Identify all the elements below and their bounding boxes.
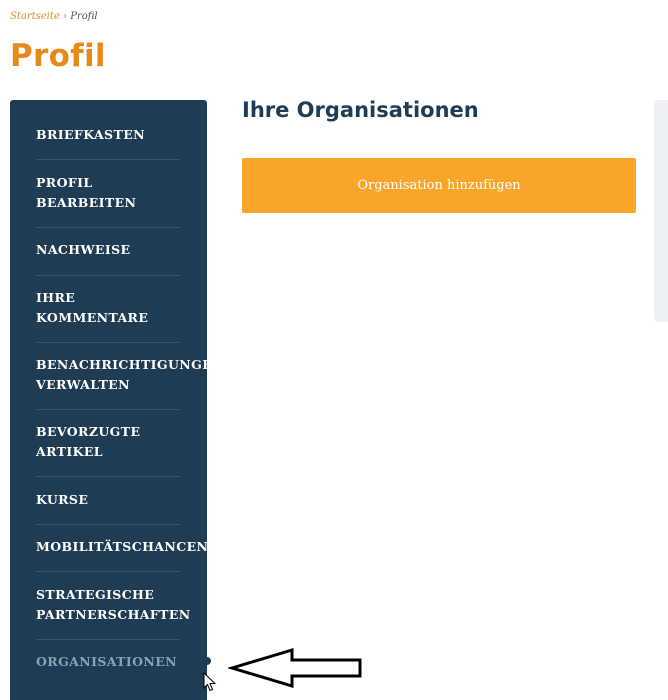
sidebar-item-label-line2: VERWALTEN [36, 377, 130, 392]
sidebar-item-label-line1: PROFIL [36, 175, 93, 190]
side-panel-strip [654, 100, 668, 322]
sidebar-item-label-line2: PARTNERSCHAFTEN [36, 607, 191, 622]
nav-divider [36, 159, 180, 160]
sidebar-item-mobilitaetschancen[interactable]: MOBILITÄTSCHANCEN [36, 537, 286, 557]
sidebar-item-label-line1: IHRE [36, 290, 76, 305]
sidebar-item-label-line1: BEVORZUGTE [36, 424, 141, 439]
page-title: Profil [10, 38, 106, 74]
breadcrumb: Startseite › Profil [10, 11, 98, 22]
sidebar-nav: BRIEFKASTEN PROFIL BEARBEITEN NACHWEISE … [10, 100, 224, 700]
mouse-cursor-icon [203, 672, 217, 692]
sidebar-item-benachrichtigungen-verwalten[interactable]: BENACHRICHTIGUNGEN VERWALTEN [36, 355, 286, 395]
nav-divider [36, 524, 180, 525]
breadcrumb-home-link[interactable]: Startseite [10, 11, 60, 22]
sidebar-item-label-line2: KOMMENTARE [36, 310, 149, 325]
sidebar-item-nachweise[interactable]: NACHWEISE [36, 240, 286, 260]
section-title: Ihre Organisationen [242, 98, 479, 122]
nav-divider [36, 275, 180, 276]
left-arrow-icon [228, 647, 362, 688]
sidebar-item-label: ORGANISATIONEN [36, 654, 177, 669]
sidebar-item-label: NACHWEISE [36, 242, 131, 257]
add-organisation-button[interactable]: Organisation hinzufügen [242, 158, 636, 213]
sidebar-item-kurse[interactable]: KURSE [36, 490, 286, 510]
breadcrumb-current: Profil [70, 11, 98, 22]
sidebar-item-label: KURSE [36, 492, 89, 507]
sidebar-item-strategische-partnerschaften[interactable]: STRATEGISCHE PARTNERSCHAFTEN [36, 585, 286, 625]
sidebar-item-label-line2: BEARBEITEN [36, 195, 137, 210]
sidebar-item-label: BRIEFKASTEN [36, 127, 145, 142]
breadcrumb-separator: › [63, 11, 68, 22]
sidebar-item-briefkasten[interactable]: BRIEFKASTEN [36, 125, 286, 145]
nav-divider [36, 409, 180, 410]
sidebar-item-label-line1: BENACHRICHTIGUNGEN [36, 357, 224, 372]
nav-divider [36, 639, 180, 640]
sidebar-item-label-line2: ARTIKEL [36, 444, 103, 459]
nav-divider [36, 342, 180, 343]
nav-divider [36, 571, 180, 572]
sidebar-item-bevorzugte-artikel[interactable]: BEVORZUGTE ARTIKEL [36, 422, 286, 462]
nav-divider [36, 227, 180, 228]
nav-divider [36, 476, 180, 477]
active-indicator-dot [203, 657, 211, 665]
sidebar-item-label-line1: STRATEGISCHE [36, 587, 155, 602]
sidebar-item-ihre-kommentare[interactable]: IHRE KOMMENTARE [36, 288, 286, 328]
sidebar-item-label: MOBILITÄTSCHANCEN [36, 539, 209, 554]
